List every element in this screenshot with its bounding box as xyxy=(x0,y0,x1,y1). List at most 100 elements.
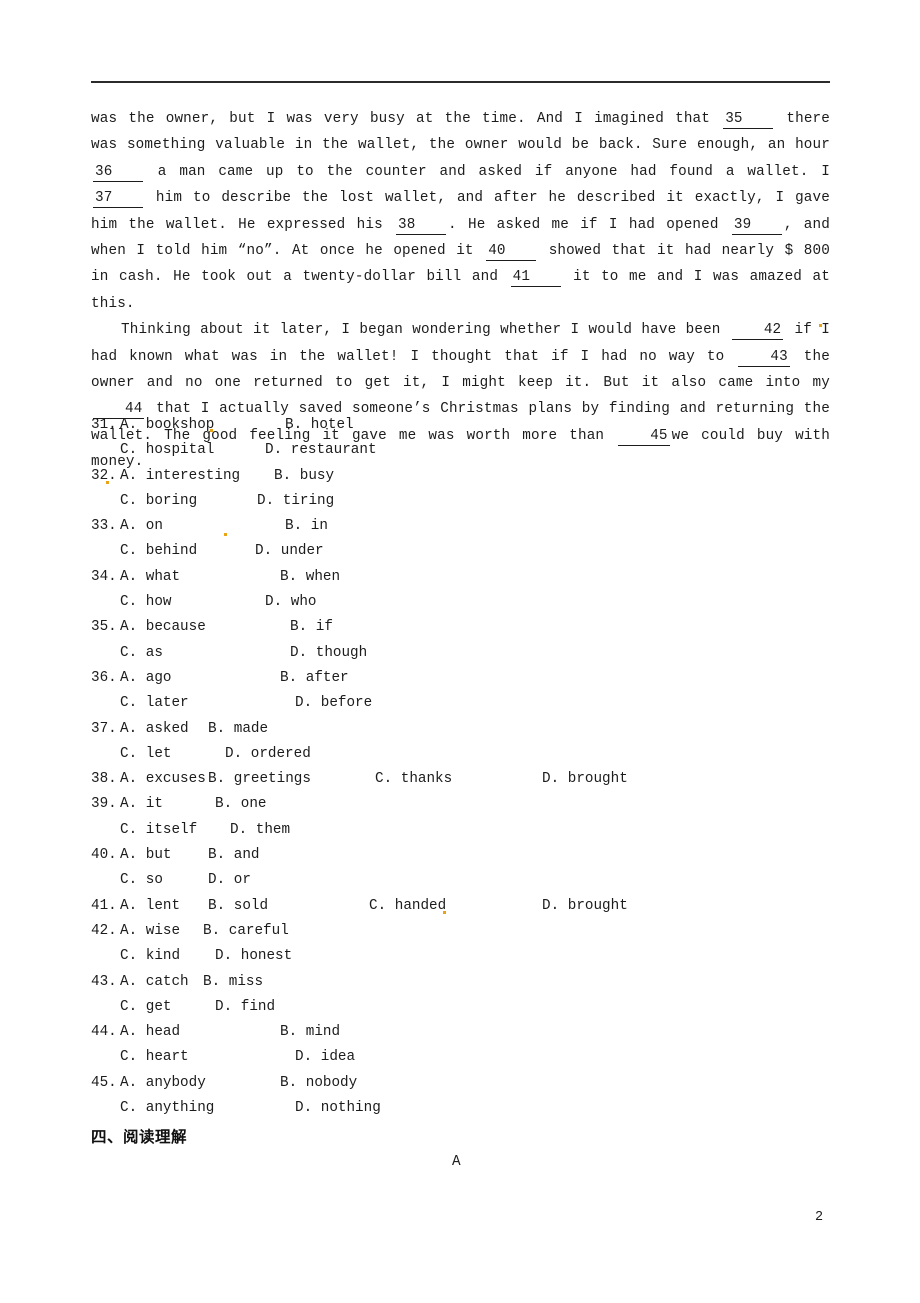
answer-option[interactable]: D. or xyxy=(208,872,251,888)
answer-option[interactable]: B. nobody xyxy=(280,1075,357,1091)
answer-option[interactable]: D. ordered xyxy=(225,746,311,762)
answer-option[interactable]: A. what xyxy=(120,569,180,585)
answer-option[interactable]: D. before xyxy=(295,695,372,711)
scan-speckle-artifact xyxy=(210,429,213,432)
answer-option[interactable]: B. if xyxy=(290,619,333,635)
question-number: 37. xyxy=(91,720,117,737)
answer-option[interactable]: B. when xyxy=(280,569,340,585)
answer-option[interactable]: A. wise xyxy=(120,923,180,939)
scan-speckle-artifact xyxy=(106,481,109,484)
option-row: C. boring D. tiring xyxy=(91,493,851,518)
answer-option[interactable]: D. find xyxy=(215,999,275,1015)
scan-speckle-artifact xyxy=(443,911,446,914)
answer-option[interactable]: C. kind xyxy=(120,948,180,964)
passage-paragraph: was the owner, but I was very busy at th… xyxy=(91,106,830,317)
page-number: 2 xyxy=(815,1210,824,1225)
answer-option[interactable]: A. asked xyxy=(120,721,189,737)
passage-label-a: A xyxy=(452,1154,461,1170)
option-row: C. anything D. nothing xyxy=(91,1100,851,1125)
question-number: 35. xyxy=(91,619,117,636)
answer-option[interactable]: C. later xyxy=(120,695,189,711)
answer-option[interactable]: D. under xyxy=(255,543,324,559)
cloze-blank-36: 36 xyxy=(93,163,143,182)
option-row: C. heart D. idea xyxy=(91,1049,851,1074)
answer-option[interactable]: A. catch xyxy=(120,974,189,990)
answer-option[interactable]: A. anybody xyxy=(120,1075,206,1091)
answer-option[interactable]: B. in xyxy=(285,518,328,534)
answer-option[interactable]: A. because xyxy=(120,619,206,635)
answer-option[interactable]: C. thanks xyxy=(375,771,452,787)
cloze-blank-40: 40 xyxy=(486,242,537,262)
answer-option[interactable]: A. interesting xyxy=(120,468,240,484)
answer-option[interactable]: C. itself xyxy=(120,822,197,838)
answer-option[interactable]: D. tiring xyxy=(257,493,334,509)
question-number: 36. xyxy=(91,669,117,686)
answer-option[interactable]: B. busy xyxy=(274,468,334,484)
answer-option[interactable]: C. anything xyxy=(120,1100,214,1116)
option-row: 36. A. ago B. after xyxy=(91,670,851,695)
question-number: 40. xyxy=(91,847,117,864)
scan-speckle-artifact xyxy=(224,533,227,536)
answer-option[interactable]: C. get xyxy=(120,999,171,1015)
cloze-blank-43: 43 xyxy=(738,348,790,367)
answer-option[interactable]: A. it xyxy=(120,796,163,812)
answer-option[interactable]: D. brought xyxy=(542,771,628,787)
scan-speckle-artifact xyxy=(819,324,822,327)
answer-option[interactable]: A. excuses xyxy=(120,771,206,787)
passage-text-run: . He asked me if I had opened xyxy=(448,216,730,233)
option-row: C. how D. who xyxy=(91,594,851,619)
answer-option[interactable]: C. let xyxy=(120,746,171,762)
cloze-blank-38: 38 xyxy=(396,216,447,235)
cloze-options-list: 31. A. bookshop B. hotel C. hospital D. rest… xyxy=(91,417,851,1125)
answer-option[interactable]: A. lent xyxy=(120,898,180,914)
answer-option[interactable]: B. and xyxy=(208,847,259,863)
question-number: 33. xyxy=(91,518,117,535)
answer-option[interactable]: D. brought xyxy=(542,898,628,914)
answer-option[interactable]: B. greetings xyxy=(208,771,311,787)
answer-option[interactable]: D. nothing xyxy=(295,1100,381,1116)
option-row: 34. A. what B. when xyxy=(91,569,851,594)
answer-option[interactable]: B. made xyxy=(208,721,268,737)
question-number: 34. xyxy=(91,568,117,585)
answer-option[interactable]: D. them xyxy=(230,822,290,838)
option-row: 44. A. head B. mind xyxy=(91,1024,851,1049)
cloze-blank-35: 35 xyxy=(723,110,774,129)
section-heading-reading-comprehension: 四、阅读理解 xyxy=(91,1128,188,1146)
answer-option[interactable]: B. miss xyxy=(203,974,263,990)
answer-option[interactable]: B. after xyxy=(280,670,349,686)
answer-option[interactable]: C. boring xyxy=(120,493,197,509)
option-row: 40. A. but B. and xyxy=(91,847,851,872)
option-row: C. behind D. under xyxy=(91,543,851,568)
answer-option[interactable]: A. on xyxy=(120,518,163,534)
answer-option[interactable]: B. hotel xyxy=(285,417,354,433)
option-row: C. as D. though xyxy=(91,645,851,670)
answer-option[interactable]: C. hospital xyxy=(120,442,214,458)
answer-option[interactable]: B. careful xyxy=(203,923,289,939)
option-row: 41. A. lent B. sold C. handed D. brought xyxy=(91,898,851,923)
answer-option[interactable]: D. idea xyxy=(295,1049,355,1065)
answer-option[interactable]: D. restaurant xyxy=(265,442,377,458)
header-divider-rule xyxy=(91,81,830,83)
answer-option[interactable]: C. how xyxy=(120,594,171,610)
question-number: 43. xyxy=(91,973,117,990)
answer-option[interactable]: C. as xyxy=(120,645,163,661)
answer-option[interactable]: C. heart xyxy=(120,1049,189,1065)
answer-option[interactable]: B. mind xyxy=(280,1024,340,1040)
answer-option[interactable]: A. but xyxy=(120,847,171,863)
answer-option[interactable]: D. who xyxy=(265,594,316,610)
answer-option[interactable]: A. bookshop xyxy=(120,417,214,433)
answer-option[interactable]: A. ago xyxy=(120,670,171,686)
answer-option[interactable]: C. handed xyxy=(369,898,446,914)
option-row: C. let D. ordered xyxy=(91,746,851,771)
answer-option[interactable]: A. head xyxy=(120,1024,180,1040)
answer-option[interactable]: B. one xyxy=(215,796,266,812)
answer-option[interactable]: D. honest xyxy=(215,948,292,964)
option-row: 37. A. asked B. made xyxy=(91,721,851,746)
answer-option[interactable]: C. so xyxy=(120,872,163,888)
passage-text-run: was the owner, but I was very busy at th… xyxy=(91,111,722,127)
answer-option[interactable]: D. though xyxy=(290,645,367,661)
answer-option[interactable]: B. sold xyxy=(208,898,268,914)
question-number: 31. xyxy=(91,417,117,433)
option-row: C. later D. before xyxy=(91,695,851,720)
answer-option[interactable]: C. behind xyxy=(120,543,197,559)
